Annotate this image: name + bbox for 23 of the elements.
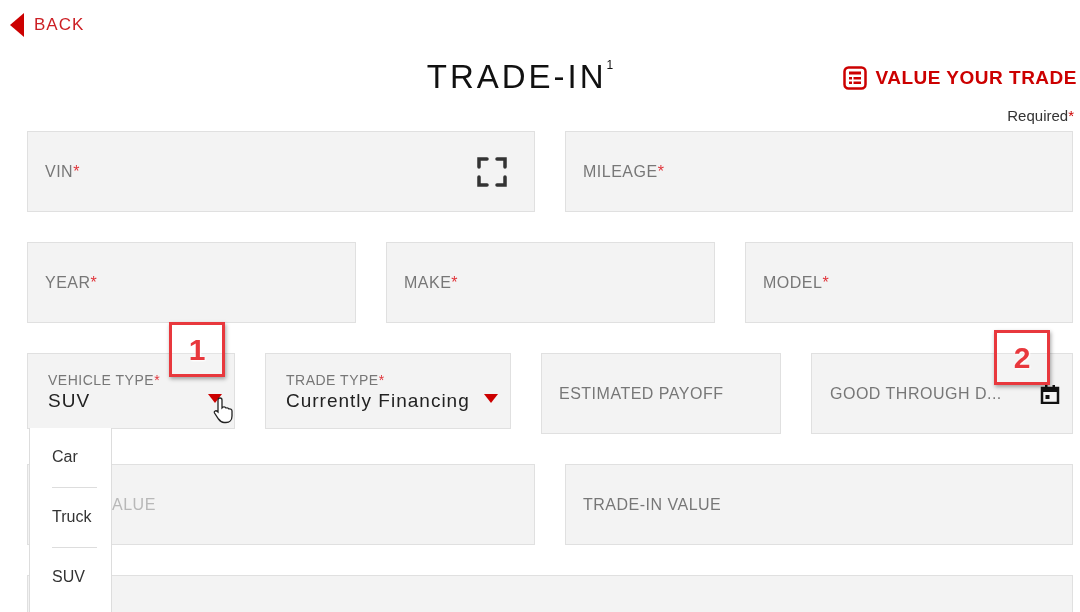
calculator-icon	[843, 66, 868, 91]
caret-icon	[484, 394, 498, 403]
input-field[interactable]: VIN*	[27, 131, 535, 212]
page-title: TRADE-IN$^{1}$	[426, 56, 614, 97]
hand-cursor-icon	[212, 396, 236, 424]
input-field[interactable]: ESTIMATED PAYOFF	[541, 353, 781, 434]
dropdown-option[interactable]: SUV	[52, 547, 97, 607]
back-link[interactable]: BACK	[10, 12, 85, 38]
input-field[interactable]: TRADE-IN VALUE	[565, 464, 1073, 545]
back-arrow-icon	[10, 12, 24, 37]
select-field[interactable]: TRADE TYPE* Currently Financing	[265, 353, 511, 429]
input-field[interactable]: MAKE*	[386, 242, 715, 323]
scan-icon	[477, 156, 507, 187]
input-field[interactable]: YEAR*	[27, 242, 356, 323]
calendar-icon	[1040, 383, 1060, 404]
input-field[interactable]: MILEAGE*	[565, 131, 1073, 212]
value-your-trade-link[interactable]: VALUE YOUR TRADE	[843, 64, 1077, 93]
annotation-marker: 1	[169, 322, 225, 377]
input-field[interactable]: MODEL*	[745, 242, 1073, 323]
caret-icon	[208, 394, 222, 403]
required-legend: Required*	[1007, 105, 1074, 128]
dropdown-option[interactable]: Truck	[52, 487, 97, 547]
annotation-marker: 2	[994, 330, 1050, 385]
